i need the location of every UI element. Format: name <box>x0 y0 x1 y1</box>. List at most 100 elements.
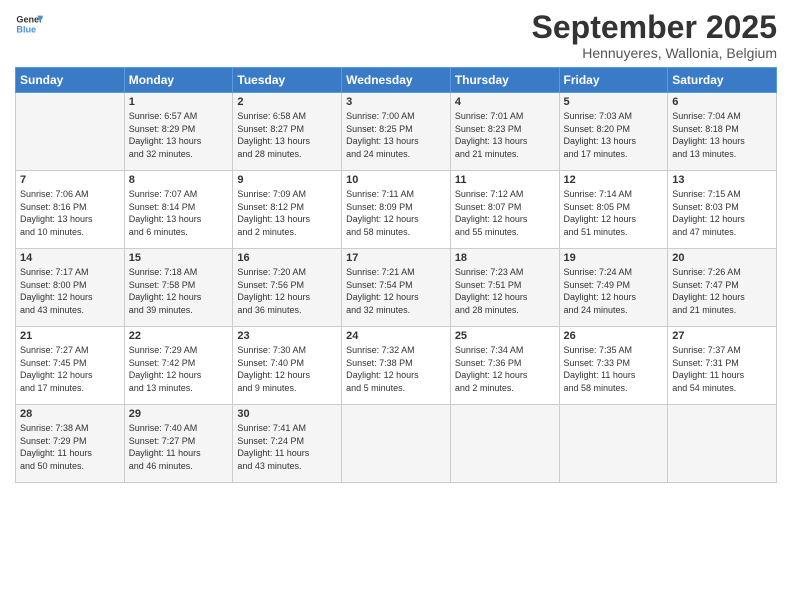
day-number: 10 <box>346 174 446 186</box>
day-number: 12 <box>564 174 664 186</box>
day-number: 16 <box>237 252 337 264</box>
day-cell <box>16 93 125 171</box>
day-number: 25 <box>455 330 555 342</box>
day-cell: 9Sunrise: 7:09 AM Sunset: 8:12 PM Daylig… <box>233 171 342 249</box>
day-cell: 21 Sunrise: 7:27 AM Sunset: 7:45 PM Dayli… <box>16 327 125 405</box>
logo: General Blue <box>15 10 43 38</box>
day-info: Sunrise: 7:14 AM Sunset: 8:05 PM Dayligh… <box>564 188 664 238</box>
day-info: Sunrise: 6:58 AM Sunset: 8:27 PM Dayligh… <box>237 110 337 160</box>
day-number: 3 <box>346 96 446 108</box>
day-cell: 8 Sunrise: 7:07 AM Sunset: 8:14 PM Daylig… <box>124 171 233 249</box>
day-cell: 28Sunrise: 7:38 AM Sunset: 7:29 PM Dayli… <box>16 405 125 483</box>
day-number: 11 <box>455 174 555 186</box>
day-cell <box>342 405 451 483</box>
day-number: 5 <box>564 96 664 108</box>
day-info: Sunrise: 7:29 AM Sunset: 7:42 PM Dayligh… <box>129 344 229 394</box>
col-saturday: Saturday <box>668 68 777 93</box>
svg-text:Blue: Blue <box>16 24 36 34</box>
title-block: September 2025 Hennuyeres, Wallonia, Bel… <box>532 10 777 61</box>
day-number: 9 <box>237 174 337 186</box>
day-number: 13 <box>672 174 772 186</box>
day-number: 27 <box>672 330 772 342</box>
week-row-0: 1 Sunrise: 6:57 AM Sunset: 8:29 PM Daylig… <box>16 93 777 171</box>
day-info: Sunrise: 7:35 AM Sunset: 7:33 PM Dayligh… <box>564 344 664 394</box>
day-info: Sunrise: 7:37 AM Sunset: 7:31 PM Dayligh… <box>672 344 772 394</box>
col-monday: Monday <box>124 68 233 93</box>
day-cell: 15Sunrise: 7:18 AM Sunset: 7:58 PM Dayli… <box>124 249 233 327</box>
day-info: Sunrise: 7:11 AM Sunset: 8:09 PM Dayligh… <box>346 188 446 238</box>
day-info: Sunrise: 7:04 AM Sunset: 8:18 PM Dayligh… <box>672 110 772 160</box>
day-cell: 1 Sunrise: 6:57 AM Sunset: 8:29 PM Daylig… <box>124 93 233 171</box>
day-info: Sunrise: 7:41 AM Sunset: 7:24 PM Dayligh… <box>237 422 337 472</box>
day-number: 2 <box>237 96 337 108</box>
day-info: Sunrise: 7:20 AM Sunset: 7:56 PM Dayligh… <box>237 266 337 316</box>
header: General Blue September 2025 Hennuyeres, … <box>15 10 777 61</box>
month-title: September 2025 <box>532 10 777 45</box>
day-cell: 4 Sunrise: 7:01 AM Sunset: 8:23 PM Daylig… <box>450 93 559 171</box>
day-cell <box>559 405 668 483</box>
day-number: 4 <box>455 96 555 108</box>
day-cell: 7Sunrise: 7:06 AM Sunset: 8:16 PM Daylig… <box>16 171 125 249</box>
day-cell: 10 Sunrise: 7:11 AM Sunset: 8:09 PM Dayli… <box>342 171 451 249</box>
day-number: 20 <box>672 252 772 264</box>
day-cell: 16 Sunrise: 7:20 AM Sunset: 7:56 PM Dayli… <box>233 249 342 327</box>
day-info: Sunrise: 7:40 AM Sunset: 7:27 PM Dayligh… <box>129 422 229 472</box>
col-tuesday: Tuesday <box>233 68 342 93</box>
week-row-1: 7Sunrise: 7:06 AM Sunset: 8:16 PM Daylig… <box>16 171 777 249</box>
day-info: Sunrise: 7:06 AM Sunset: 8:16 PM Dayligh… <box>20 188 120 238</box>
day-cell: 5Sunrise: 7:03 AM Sunset: 8:20 PM Daylig… <box>559 93 668 171</box>
subtitle: Hennuyeres, Wallonia, Belgium <box>532 45 777 61</box>
day-info: Sunrise: 7:17 AM Sunset: 8:00 PM Dayligh… <box>20 266 120 316</box>
day-cell <box>450 405 559 483</box>
day-number: 21 <box>20 330 120 342</box>
page: General Blue September 2025 Hennuyeres, … <box>0 0 792 612</box>
day-number: 6 <box>672 96 772 108</box>
week-row-2: 14 Sunrise: 7:17 AM Sunset: 8:00 PM Dayli… <box>16 249 777 327</box>
day-cell: 29Sunrise: 7:40 AM Sunset: 7:27 PM Dayli… <box>124 405 233 483</box>
logo-icon: General Blue <box>15 10 43 38</box>
day-info: Sunrise: 7:24 AM Sunset: 7:49 PM Dayligh… <box>564 266 664 316</box>
day-info: Sunrise: 7:18 AM Sunset: 7:58 PM Dayligh… <box>129 266 229 316</box>
day-cell: 20 Sunrise: 7:26 AM Sunset: 7:47 PM Dayli… <box>668 249 777 327</box>
day-cell: 19 Sunrise: 7:24 AM Sunset: 7:49 PM Dayli… <box>559 249 668 327</box>
day-cell: 22 Sunrise: 7:29 AM Sunset: 7:42 PM Dayli… <box>124 327 233 405</box>
day-cell: 27 Sunrise: 7:37 AM Sunset: 7:31 PM Dayli… <box>668 327 777 405</box>
day-info: Sunrise: 7:30 AM Sunset: 7:40 PM Dayligh… <box>237 344 337 394</box>
day-cell <box>668 405 777 483</box>
week-row-3: 21 Sunrise: 7:27 AM Sunset: 7:45 PM Dayli… <box>16 327 777 405</box>
day-info: Sunrise: 7:34 AM Sunset: 7:36 PM Dayligh… <box>455 344 555 394</box>
calendar-table: Sunday Monday Tuesday Wednesday Thursday… <box>15 67 777 483</box>
day-cell: 13 Sunrise: 7:15 AM Sunset: 8:03 PM Dayli… <box>668 171 777 249</box>
day-number: 22 <box>129 330 229 342</box>
col-thursday: Thursday <box>450 68 559 93</box>
day-info: Sunrise: 7:21 AM Sunset: 7:54 PM Dayligh… <box>346 266 446 316</box>
day-info: Sunrise: 7:15 AM Sunset: 8:03 PM Dayligh… <box>672 188 772 238</box>
week-row-4: 28Sunrise: 7:38 AM Sunset: 7:29 PM Dayli… <box>16 405 777 483</box>
day-info: Sunrise: 7:32 AM Sunset: 7:38 PM Dayligh… <box>346 344 446 394</box>
day-info: Sunrise: 7:27 AM Sunset: 7:45 PM Dayligh… <box>20 344 120 394</box>
day-info: Sunrise: 7:23 AM Sunset: 7:51 PM Dayligh… <box>455 266 555 316</box>
day-cell: 14 Sunrise: 7:17 AM Sunset: 8:00 PM Dayli… <box>16 249 125 327</box>
day-number: 19 <box>564 252 664 264</box>
day-number: 8 <box>129 174 229 186</box>
day-number: 23 <box>237 330 337 342</box>
day-info: Sunrise: 6:57 AM Sunset: 8:29 PM Dayligh… <box>129 110 229 160</box>
day-info: Sunrise: 7:26 AM Sunset: 7:47 PM Dayligh… <box>672 266 772 316</box>
day-cell: 6 Sunrise: 7:04 AM Sunset: 8:18 PM Daylig… <box>668 93 777 171</box>
day-cell: 30Sunrise: 7:41 AM Sunset: 7:24 PM Dayli… <box>233 405 342 483</box>
day-cell: 25 Sunrise: 7:34 AM Sunset: 7:36 PM Dayli… <box>450 327 559 405</box>
col-sunday: Sunday <box>16 68 125 93</box>
day-number: 14 <box>20 252 120 264</box>
day-cell: 24Sunrise: 7:32 AM Sunset: 7:38 PM Dayli… <box>342 327 451 405</box>
day-cell: 2 Sunrise: 6:58 AM Sunset: 8:27 PM Daylig… <box>233 93 342 171</box>
day-number: 1 <box>129 96 229 108</box>
day-cell: 12 Sunrise: 7:14 AM Sunset: 8:05 PM Dayli… <box>559 171 668 249</box>
day-cell: 11Sunrise: 7:12 AM Sunset: 8:07 PM Dayli… <box>450 171 559 249</box>
day-info: Sunrise: 7:07 AM Sunset: 8:14 PM Dayligh… <box>129 188 229 238</box>
day-info: Sunrise: 7:00 AM Sunset: 8:25 PM Dayligh… <box>346 110 446 160</box>
header-row: Sunday Monday Tuesday Wednesday Thursday… <box>16 68 777 93</box>
day-cell: 17Sunrise: 7:21 AM Sunset: 7:54 PM Dayli… <box>342 249 451 327</box>
day-info: Sunrise: 7:01 AM Sunset: 8:23 PM Dayligh… <box>455 110 555 160</box>
col-wednesday: Wednesday <box>342 68 451 93</box>
day-cell: 26Sunrise: 7:35 AM Sunset: 7:33 PM Dayli… <box>559 327 668 405</box>
